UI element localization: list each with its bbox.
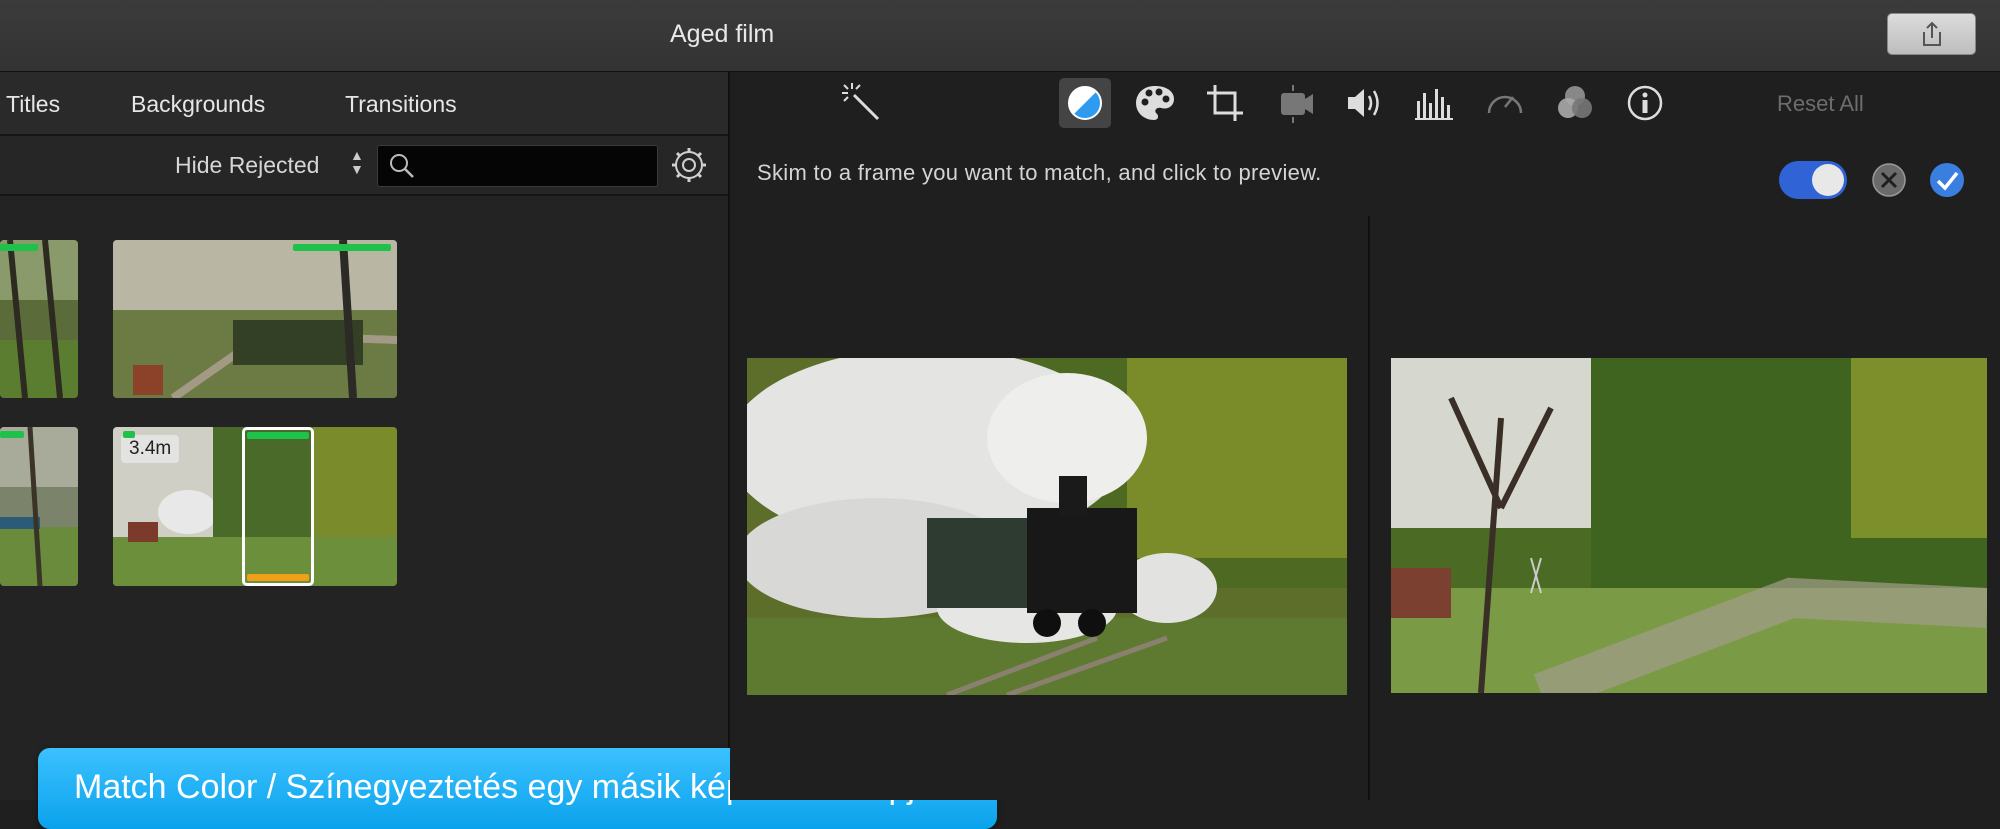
chevron-updown-icon[interactable]: ▲ ▼ [350,148,364,176]
magic-wand-icon[interactable] [836,78,888,128]
gear-icon[interactable] [670,146,708,184]
search-field[interactable] [377,145,658,187]
filter-popup[interactable]: Hide Rejected [175,152,319,179]
skimmer-selection[interactable] [242,427,314,586]
stabilization-camera-icon[interactable] [1269,78,1321,128]
color-balance-icon[interactable] [1059,78,1111,128]
share-icon [1923,21,1941,46]
apply-checkmark-icon[interactable] [1928,161,1966,199]
clip-thumbnail[interactable] [0,427,78,586]
viewer-divider [1368,216,1370,800]
adjust-toolbar: Reset All [730,72,2000,134]
forest-clip-image [0,240,78,398]
crop-icon[interactable] [1199,78,1251,128]
share-button[interactable] [1887,13,1976,55]
duration-badge: 3.4m [121,435,180,463]
window-title: Aged film [670,20,775,48]
railway-clip-image [113,240,397,398]
match-frame-preview[interactable] [1391,358,1987,693]
title-bar: Aged film [0,0,2000,72]
clip-filter-icon[interactable] [1549,78,1601,128]
search-icon [390,154,414,178]
search-input[interactable] [424,150,648,182]
clip-thumbnail[interactable]: 3.4m [113,427,397,586]
equalizer-icon[interactable] [1409,78,1461,128]
media-browser: Titles Backgrounds Transitions Hide Reje… [0,72,997,829]
tab-backgrounds[interactable]: Backgrounds [131,91,265,118]
filter-bar: Hide Rejected ▲ ▼ [0,136,728,196]
tab-titles[interactable]: Titles [6,91,60,118]
tab-transitions[interactable]: Transitions [345,91,457,118]
clip-thumbnail[interactable] [0,240,78,398]
match-color-toggle[interactable] [1779,161,1847,199]
source-frame-preview[interactable] [747,358,1347,695]
reset-all-button[interactable]: Reset All [1777,91,1864,117]
info-icon[interactable] [1619,78,1671,128]
volume-icon[interactable] [1339,78,1391,128]
browser-tabs: Titles Backgrounds Transitions [0,72,728,136]
match-color-hint: Skim to a frame you want to match, and c… [757,160,1322,185]
clip-thumbnail[interactable] [113,240,397,398]
cancel-icon[interactable] [1870,161,1908,199]
forest-railway-image [1391,358,1987,693]
steam-train-image [747,358,1347,695]
trees-clip-image [0,427,78,586]
viewer-panel: Reset All Skim to a frame you want to ma… [730,72,2000,800]
speed-icon[interactable] [1479,78,1531,128]
color-palette-icon[interactable] [1129,78,1181,128]
